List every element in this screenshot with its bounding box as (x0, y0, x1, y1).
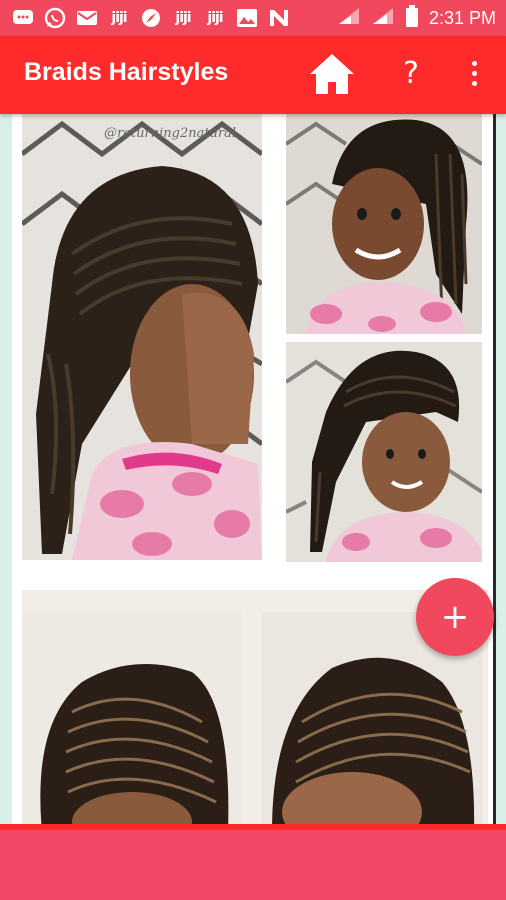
gallery-card[interactable]: @returning2natural (22, 114, 488, 562)
add-button[interactable]: + (416, 578, 494, 656)
jiji-icon: jiji (175, 10, 191, 26)
image-watermark: @returning2natural (104, 126, 237, 141)
more-options-button[interactable] (462, 56, 486, 92)
hairstyle-gallery[interactable]: @returning2natural (12, 114, 496, 824)
help-button[interactable]: ? (394, 54, 428, 94)
hairstyle-image[interactable]: @returning2natural (22, 114, 262, 560)
bottom-banner[interactable] (0, 824, 506, 900)
system-icons: 2:31 PM (337, 0, 496, 36)
signal-icon (337, 6, 361, 31)
banner-edge (0, 824, 506, 830)
notification-icons: jiji jiji jiji (12, 0, 290, 36)
compass-icon (140, 8, 162, 28)
hairstyle-image[interactable] (22, 612, 242, 824)
hairstyle-image[interactable] (286, 114, 482, 334)
home-button[interactable] (308, 52, 356, 96)
status-bar: jiji jiji jiji 2:31 PM (0, 0, 506, 36)
mail-icon (76, 8, 98, 28)
image-icon (236, 8, 258, 28)
app-title: Braids Hairstyles (24, 58, 229, 86)
battery-icon (405, 4, 419, 32)
more-vert-icon (462, 61, 486, 86)
jiji-icon: jiji (111, 10, 127, 26)
jiji-icon: jiji (207, 10, 223, 26)
home-icon (310, 54, 354, 94)
clock: 2:31 PM (428, 7, 496, 28)
hairstyle-image[interactable] (286, 342, 482, 562)
n-app-icon (268, 8, 290, 28)
message-icon (12, 8, 34, 28)
app-bar: Braids Hairstyles ? (0, 36, 506, 114)
whatsapp-icon (44, 7, 66, 29)
signal-icon (371, 6, 395, 31)
